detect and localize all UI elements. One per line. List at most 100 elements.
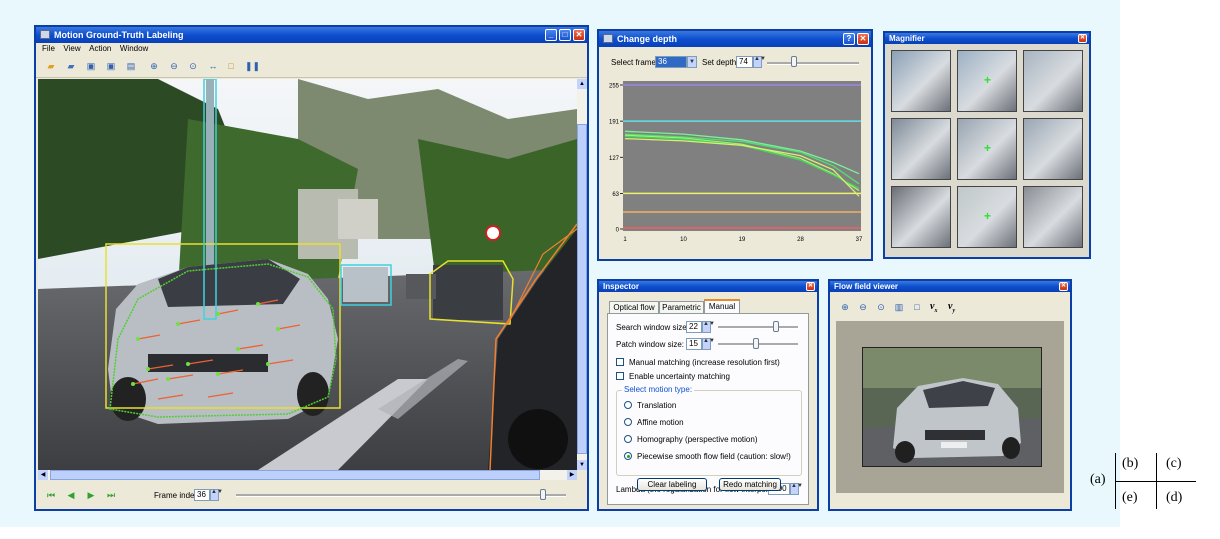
close-icon[interactable]: ✕ [573,29,585,41]
crosshair-icon: + [984,209,992,223]
patch-window-spinner[interactable]: ▲▼ [702,338,715,350]
horizontal-scrollbar[interactable]: ◀ ▶ [38,470,577,480]
set-depth-label: Set depth: [702,58,739,67]
image-viewport[interactable] [38,79,577,470]
scene-image [38,79,577,470]
inspector-titlebar[interactable]: Inspector ✕ [599,281,817,292]
scroll-left-icon[interactable]: ◀ [38,470,48,480]
scroll-right-icon[interactable]: ▶ [567,470,577,480]
magnifier-cell[interactable] [891,186,951,248]
tab-optical-flow[interactable]: Optical flow [609,301,659,313]
magnifier-cell[interactable] [1023,186,1083,248]
magnifier-cell[interactable]: + [957,186,1017,248]
magnifier-cell[interactable] [891,50,951,112]
new-layer-icon[interactable]: □ [226,61,236,72]
select-frame-chevron-down-icon[interactable]: ▼ [687,56,697,68]
change-depth-titlebar[interactable]: Change depth ? ✕ [599,31,871,47]
motion-radio-piecewise[interactable] [624,452,632,460]
zoom-fit-icon[interactable]: ⊙ [188,61,198,72]
patch-window-slider-thumb[interactable] [752,338,759,349]
frame-slider-thumb[interactable] [539,489,546,500]
magnifier-cell[interactable]: + [957,118,1017,180]
frame-slider-track[interactable] [236,494,566,497]
main-window-titlebar[interactable]: Motion Ground-Truth Labeling _ □ ✕ [36,27,587,43]
prev-frame-icon[interactable]: ◀ [66,490,76,501]
vertical-scrollbar[interactable]: ▲ ▼ [577,79,587,470]
close-icon[interactable]: ✕ [1078,34,1087,43]
clear-labeling-button[interactable]: Clear labeling [637,478,707,491]
flow-viewer-canvas[interactable] [836,321,1064,493]
motion-radio-homography[interactable] [624,435,632,443]
magnifier-cell[interactable] [1023,118,1083,180]
window-icon[interactable]: □ [912,302,922,313]
maximize-icon[interactable]: □ [559,29,571,41]
minimize-icon[interactable]: _ [545,29,557,41]
zoom-fit-icon[interactable]: ⊙ [876,302,886,313]
scroll-up-icon[interactable]: ▲ [577,79,587,89]
search-window-slider-thumb[interactable] [772,321,779,332]
open-folder-icon[interactable]: ▰ [46,61,56,72]
motion-option-homography: Homography (perspective motion) [637,435,758,444]
save-icon[interactable]: ▤ [126,61,136,72]
close-icon[interactable]: ✕ [806,282,815,291]
next-frame-icon[interactable]: ▶ [86,490,96,501]
search-window-input[interactable]: 22 [686,321,702,333]
vy-button[interactable]: vy [948,301,955,314]
depth-slider-thumb[interactable] [790,56,797,67]
lambda-spinner[interactable]: ▲▼ [790,483,803,495]
tab-manual[interactable]: Manual [704,299,740,313]
magnifier-titlebar[interactable]: Magnifier ✕ [885,33,1089,44]
vx-button[interactable]: vx [930,301,937,314]
copy-icon[interactable]: ▥ [894,302,904,313]
tab-parametric[interactable]: Parametric [659,301,704,313]
close-icon[interactable]: ✕ [857,33,869,45]
magnifier-cell[interactable]: + [957,50,1017,112]
flow-viewer-titlebar[interactable]: Flow field viewer ✕ [830,281,1070,292]
menu-file[interactable]: File [42,43,55,55]
last-frame-icon[interactable]: ⏭ [106,490,116,501]
link-icon[interactable]: ↔ [208,61,218,72]
scroll-down-icon[interactable]: ▼ [577,460,587,470]
horizontal-scroll-thumb[interactable] [50,470,540,480]
zoom-out-icon[interactable]: ⊖ [858,302,868,313]
depth-slider-track[interactable] [767,62,859,65]
redo-matching-button[interactable]: Redo matching [719,478,781,491]
manual-matching-label: Manual matching (increase resolution fir… [629,358,780,367]
patch-window-input[interactable]: 15 [686,338,702,350]
close-icon[interactable]: ✕ [1059,282,1068,291]
y-tick-label-4: 255 [609,84,620,90]
first-frame-icon[interactable]: ⏮ [46,490,56,501]
x-tick-label-0: 1 [623,237,627,243]
flow-viewer-window: Flow field viewer ✕ ⊕ ⊖ ⊙ ▥ □ vx vy [828,279,1072,511]
figure-label-d: (d) [1166,490,1183,505]
frame-index-input[interactable]: 36 [194,489,210,501]
magnifier-cell[interactable] [1023,50,1083,112]
set-depth-input[interactable]: 74 [736,56,753,68]
magnifier-cell[interactable] [891,118,951,180]
motion-radio-affine[interactable] [624,418,632,426]
zoom-out-icon[interactable]: ⊖ [169,61,179,72]
footprints-icon[interactable]: ❚❚ [245,61,260,72]
app-icon [603,34,613,43]
select-frame-dropdown[interactable]: 36 [655,56,687,68]
uncertainty-checkbox[interactable] [616,372,624,380]
search-window-slider-track[interactable] [718,326,798,329]
vertical-scroll-thumb[interactable] [577,124,587,454]
depth-chart[interactable]: 0 63 127 191 255 1 10 19 28 37 [607,79,863,249]
menu-window[interactable]: Window [120,43,148,55]
frame-index-spinner[interactable]: ▲▼ [210,489,223,501]
export-icon[interactable]: ▣ [106,61,116,72]
set-depth-spinner[interactable]: ▲▼ [753,56,766,68]
motion-option-piecewise: Piecewise smooth flow field (caution: sl… [637,452,791,461]
motion-radio-translation[interactable] [624,401,632,409]
menu-view[interactable]: View [63,43,80,55]
figure-label-divider-horizontal [1116,481,1196,482]
import-icon[interactable]: ▣ [86,61,96,72]
help-icon[interactable]: ? [843,33,855,45]
zoom-in-icon[interactable]: ⊕ [840,302,850,313]
search-window-spinner[interactable]: ▲▼ [702,321,715,333]
menu-action[interactable]: Action [89,43,111,55]
zoom-in-icon[interactable]: ⊕ [149,61,159,72]
folder-icon[interactable]: ▰ [66,61,76,72]
manual-matching-checkbox[interactable] [616,358,624,366]
